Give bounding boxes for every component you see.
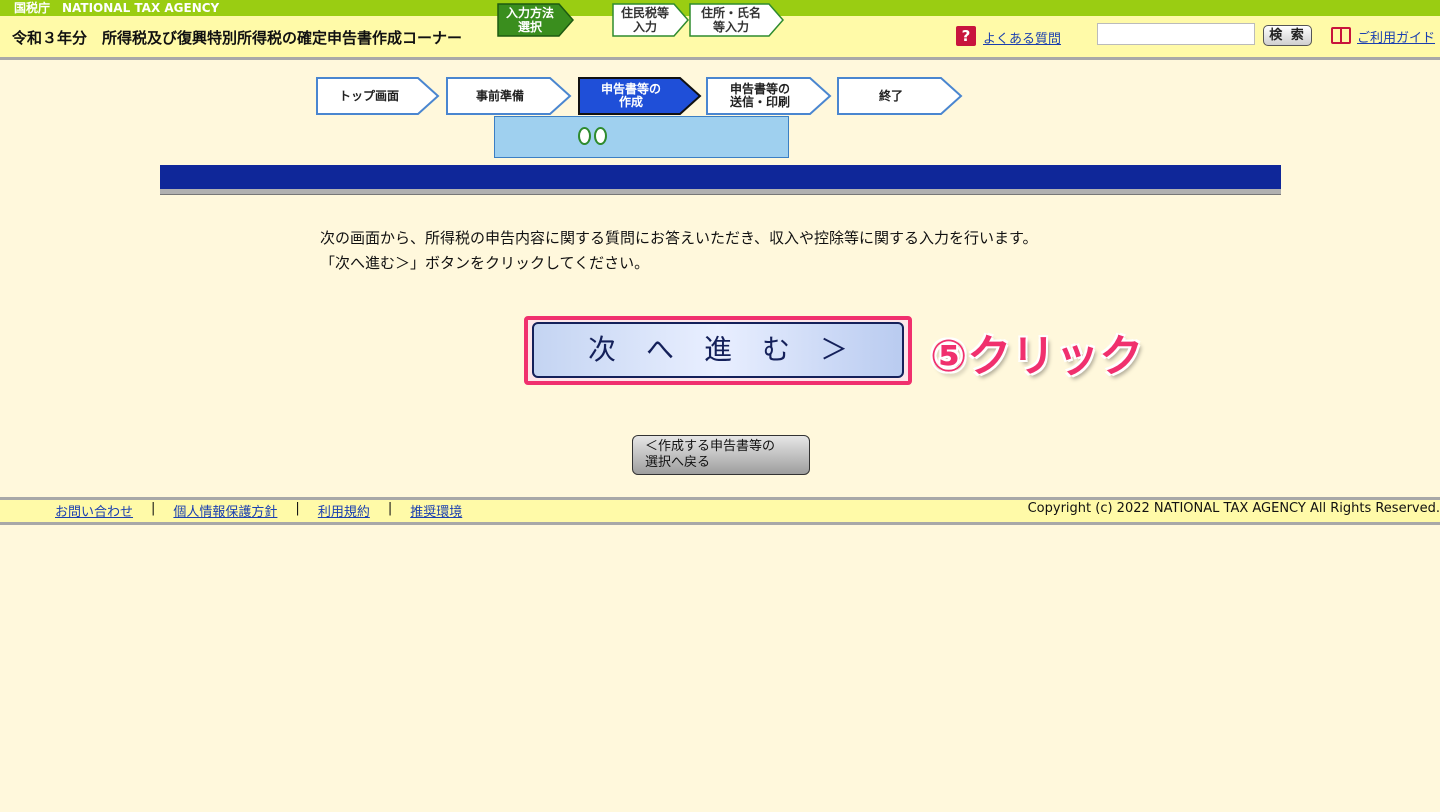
step-label: トップ画面 <box>338 88 399 103</box>
page-title: 令和３年分 所得税及び復興特別所得税の確定申告書作成コーナー <box>12 29 463 47</box>
next-button[interactable]: 次へ進む＞ <box>532 322 904 378</box>
search-button[interactable]: 検 索 <box>1263 25 1312 46</box>
step-top: トップ画面 <box>316 77 440 115</box>
footer-separator: | <box>387 501 393 516</box>
instructions: 次の画面から、所得税の申告内容に関する質問にお答えいただき、収入や控除等に関する… <box>320 226 1037 276</box>
step-send-print: 申告書等の 送信・印刷 <box>706 77 832 115</box>
footer-links: お問い合わせ | 個人情報保護方針 | 利用規約 | 推奨環境 <box>55 501 462 520</box>
step-preparation: 事前準備 <box>446 77 572 115</box>
section-divider <box>160 189 1281 195</box>
instruction-line: 次の画面から、所得税の申告内容に関する質問にお答えいただき、収入や控除等に関する… <box>320 229 1038 247</box>
step-label: 申告書等の 送信・印刷 <box>729 82 790 109</box>
search-input[interactable] <box>1097 23 1255 45</box>
progress-dot <box>594 127 607 145</box>
substep-bar <box>494 116 789 158</box>
substep-resident-tax: 住民税等 入力 <box>612 3 690 37</box>
footer-link-environment[interactable]: 推奨環境 <box>410 501 462 520</box>
footer-separator: | <box>151 501 156 516</box>
faq-link[interactable]: よくある質問 <box>983 28 1061 47</box>
footer-separator: | <box>295 501 300 516</box>
step-finish: 終了 <box>837 77 963 115</box>
step-label: 事前準備 <box>475 88 524 103</box>
step-label: 申告書等の 作成 <box>600 82 661 109</box>
copyright: Copyright (c) 2022 NATIONAL TAX AGENCY A… <box>1027 501 1440 516</box>
section-header-band <box>160 165 1281 189</box>
progress-dot <box>578 127 591 145</box>
click-annotation: ⑤クリック <box>930 331 1144 382</box>
question-icon[interactable]: ? <box>956 26 976 46</box>
substep-address-name: 住所・氏名 等入力 <box>689 3 785 37</box>
footer: お問い合わせ | 個人情報保護方針 | 利用規約 | 推奨環境 Copyrigh… <box>0 497 1440 525</box>
footer-link-contact[interactable]: お問い合わせ <box>55 501 133 520</box>
guide-link[interactable]: ご利用ガイド <box>1357 27 1435 46</box>
instruction-line: 「次へ進む＞」ボタンをクリックしてください。 <box>320 254 650 272</box>
back-button[interactable]: ＜作成する申告書等の 選択へ戻る <box>632 435 810 475</box>
book-icon[interactable] <box>1331 27 1351 44</box>
step-label: 終了 <box>878 88 903 103</box>
substep-label: 住所・氏名 等入力 <box>700 6 761 34</box>
substep-input-method: 入力方法 選択 <box>497 3 575 37</box>
substep-label: 入力方法 選択 <box>505 6 554 34</box>
substep-label: 住民税等 入力 <box>620 6 669 34</box>
step-create-return: 申告書等の 作成 <box>578 77 702 115</box>
footer-link-privacy[interactable]: 個人情報保護方針 <box>173 501 277 520</box>
agency-name: 国税庁 NATIONAL TAX AGENCY <box>14 1 220 15</box>
footer-link-terms[interactable]: 利用規約 <box>318 501 370 520</box>
